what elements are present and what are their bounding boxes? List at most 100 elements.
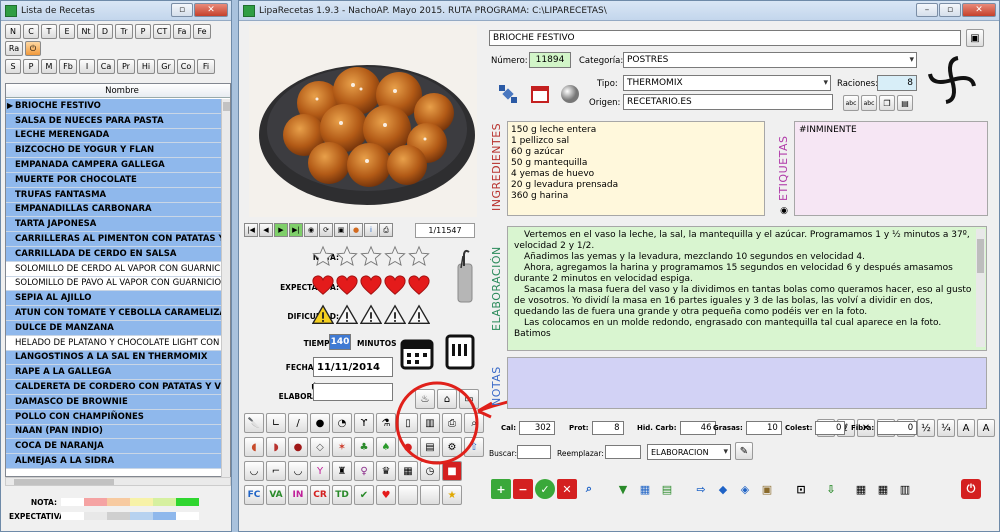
- close-button[interactable]: ✕: [194, 3, 228, 17]
- thermomix-icon[interactable]: [443, 331, 477, 371]
- nutrition-value[interactable]: 10: [745, 421, 782, 435]
- table-row[interactable]: SOLOMILLO DE CERDO AL VAPOR CON GUARNICI…: [6, 261, 222, 277]
- elaboracion-panel[interactable]: Vertemos en el vaso la leche, la sal, la…: [507, 226, 987, 351]
- categoria-select[interactable]: POSTRES: [623, 52, 917, 68]
- power-icon[interactable]: ⏻: [25, 41, 41, 56]
- image-icon[interactable]: ▣: [334, 223, 348, 237]
- warning-icon[interactable]: [311, 304, 335, 329]
- filter-button[interactable]: E: [59, 24, 75, 39]
- format-icon-6[interactable]: ½: [917, 419, 935, 437]
- abc-red-icon[interactable]: abc: [861, 95, 877, 111]
- prev-record-button[interactable]: ◀: [259, 223, 273, 237]
- recipe-photo[interactable]: [249, 25, 477, 217]
- seafood-icon[interactable]: ✶: [332, 437, 352, 457]
- pepper-icon[interactable]: ♠: [376, 437, 396, 457]
- filter-button[interactable]: I: [79, 59, 95, 74]
- remove-icon[interactable]: −: [513, 479, 533, 499]
- font-size-up-icon[interactable]: A: [957, 419, 975, 437]
- diet-button-td[interactable]: TD: [332, 485, 352, 505]
- eye-icon[interactable]: ◉: [777, 205, 791, 217]
- table-row[interactable]: EMPANADILLAS CARBONARA: [6, 202, 222, 218]
- minimize-button[interactable]: –: [916, 3, 938, 17]
- buscar-field[interactable]: [517, 445, 551, 459]
- table-row[interactable]: TRUFAS FANTASMA: [6, 187, 222, 203]
- tag-pin-icon[interactable]: [451, 247, 477, 305]
- table-row[interactable]: POLLO CON CHAMPIÑONES: [6, 409, 222, 425]
- filter-button[interactable]: Fi: [197, 59, 215, 74]
- restore-button[interactable]: ▫: [171, 3, 193, 17]
- pot-icon[interactable]: ◡: [244, 461, 264, 481]
- table-row[interactable]: CARRILLADA DE CERDO EN SALSA: [6, 246, 222, 262]
- copy-icon[interactable]: ❐: [879, 95, 895, 111]
- heart-icon[interactable]: [360, 275, 382, 300]
- warning-icon[interactable]: [335, 304, 359, 329]
- meat-icon[interactable]: ●: [288, 437, 308, 457]
- filter-button[interactable]: D: [97, 24, 113, 39]
- filter-icon[interactable]: ▼: [613, 479, 633, 499]
- refresh-icon[interactable]: ⟳: [319, 223, 333, 237]
- table-row[interactable]: MUERTE POR CHOCOLATE: [6, 172, 222, 188]
- nutrition-value[interactable]: 302: [519, 421, 556, 435]
- nutrition-value[interactable]: 8: [591, 421, 624, 435]
- bowl-icon[interactable]: ◡: [288, 461, 308, 481]
- info-icon[interactable]: i: [364, 223, 378, 237]
- numero-field[interactable]: 11894: [529, 52, 571, 68]
- satellite-icon[interactable]: [497, 83, 519, 105]
- font-size-down-icon[interactable]: A: [977, 419, 995, 437]
- filter-button[interactable]: Fa: [173, 24, 191, 39]
- filter-button[interactable]: P: [23, 59, 39, 74]
- table-row[interactable]: BIZCOCHO DE YOGUR Y FLAN: [6, 143, 222, 159]
- star-icon[interactable]: [312, 245, 334, 270]
- camera-icon[interactable]: ◉: [304, 223, 318, 237]
- notas-panel[interactable]: [507, 357, 987, 409]
- ultima-elaboracion-field[interactable]: [313, 383, 393, 401]
- table-row[interactable]: EMPANADA CAMPERA GALLEGA: [6, 158, 222, 173]
- recipe-title-field[interactable]: BRIOCHE FESTIVO: [489, 30, 961, 46]
- star-icon[interactable]: [360, 245, 382, 270]
- warning-icon[interactable]: [383, 304, 407, 329]
- table-row[interactable]: ALMEJAS A LA SIDRA: [6, 454, 222, 469]
- tipo-select[interactable]: THERMOMIX: [623, 75, 831, 91]
- star-icon[interactable]: [408, 245, 430, 270]
- calendar-week-icon[interactable]: ▦: [851, 479, 871, 499]
- cocktail-icon[interactable]: Y: [310, 461, 330, 481]
- find-icon[interactable]: ⌕: [579, 479, 599, 499]
- warning-icon[interactable]: [359, 304, 383, 329]
- diet-button-in[interactable]: IN: [288, 485, 308, 505]
- table-row[interactable]: SALSA DE NUECES PARA PASTA: [6, 113, 222, 129]
- broccoli-icon[interactable]: ♣: [354, 437, 374, 457]
- diet-button-cr[interactable]: CR: [310, 485, 330, 505]
- calendar-month-icon[interactable]: ▦: [873, 479, 893, 499]
- next-record-button[interactable]: ▶: [274, 223, 288, 237]
- confirm-icon[interactable]: ✓: [535, 479, 555, 499]
- table-row[interactable]: DAMASCO DE BROWNIE: [6, 394, 222, 410]
- vertical-scrollbar[interactable]: [221, 99, 230, 477]
- table-row[interactable]: NAAN (PAN INDIO): [6, 424, 222, 440]
- filter-button[interactable]: S: [5, 59, 21, 74]
- edit-title-icon[interactable]: ▣: [966, 29, 984, 47]
- tiempo-field[interactable]: 140: [329, 334, 351, 350]
- heart-button-icon[interactable]: ♥: [376, 485, 396, 505]
- warning-icon[interactable]: [407, 304, 431, 329]
- nutrition-value[interactable]: 46: [679, 421, 716, 435]
- print-photo-icon[interactable]: ⎙: [379, 223, 393, 237]
- ham-icon[interactable]: ◗: [266, 437, 286, 457]
- etiquetas-panel[interactable]: #INMINENTE: [794, 121, 988, 216]
- table-row[interactable]: LECHE MERENGADA: [6, 128, 222, 144]
- table-row[interactable]: CARRILLERAS AL PIMENTON CON PATATAS Y ZA…: [6, 232, 222, 247]
- cookie-icon[interactable]: ●: [310, 413, 330, 433]
- filter-button[interactable]: CT: [153, 24, 171, 39]
- egg-icon[interactable]: ◔: [332, 413, 352, 433]
- first-record-button[interactable]: |◀: [244, 223, 258, 237]
- calendar-icon[interactable]: [399, 335, 435, 371]
- bread-icon[interactable]: ∟: [266, 413, 286, 433]
- raciones-field[interactable]: 8: [877, 75, 917, 91]
- table-icon[interactable]: ▥: [895, 479, 915, 499]
- cupcake-icon[interactable]: ♜: [332, 461, 352, 481]
- diet-button-va[interactable]: VA: [266, 485, 286, 505]
- heart-icon[interactable]: [336, 275, 358, 300]
- star-icon[interactable]: [384, 245, 406, 270]
- table-row[interactable]: HELADO DE PLATANO Y CHOCOLATE LIGHT CON …: [6, 335, 222, 351]
- close-button[interactable]: ✕: [962, 3, 996, 17]
- abc-icon[interactable]: abc: [843, 95, 859, 111]
